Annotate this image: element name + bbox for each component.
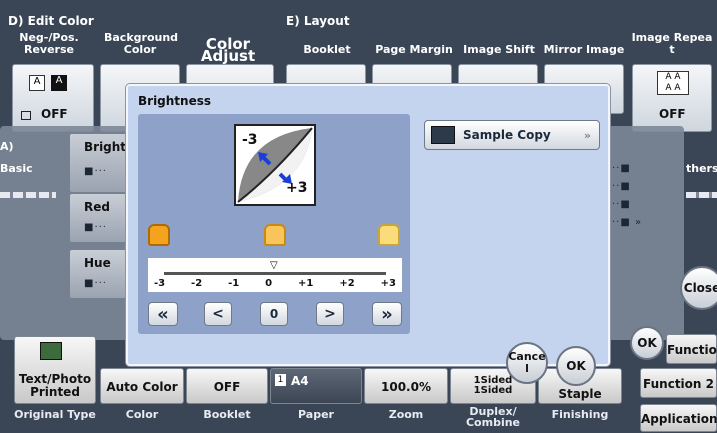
tab-background-color[interactable]: Background Color (104, 32, 178, 56)
repeat-icon: A AA A (657, 71, 689, 95)
sample-copy-button[interactable]: Sample Copy » (424, 120, 600, 150)
brightness-dialog: Brightness -3 +3 ▽ -3 -2 -1 0 +1 +2 +3 «… (126, 84, 610, 366)
group-edit-color: D) Edit Color (8, 14, 94, 28)
tab-booklet[interactable]: Booklet (292, 44, 362, 56)
level-icon: ■··· (84, 222, 107, 233)
booklet-label: Booklet (203, 408, 251, 421)
basic-tab-indicator (0, 192, 56, 198)
tray-icon: 1 (275, 374, 286, 386)
brightness-value: 0 (260, 302, 288, 326)
brightness-scale: ▽ -3 -2 -1 0 +1 +2 +3 (148, 258, 402, 292)
scale-tick: -1 (228, 278, 240, 289)
dark-toast-icon (148, 224, 170, 246)
level-icon: ■··· (84, 278, 107, 289)
increase-max-button[interactable]: » (372, 302, 402, 326)
application-button[interactable]: Application (640, 404, 717, 432)
icon-plus-label: +3 (286, 180, 308, 196)
sample-copy-icon (431, 126, 455, 144)
tab-image-shift[interactable]: Image Shift (460, 44, 538, 56)
paper-label: Paper (298, 408, 334, 421)
scale-tick: -3 (154, 278, 166, 289)
text-photo-icon (40, 342, 62, 360)
booklet-value-tile[interactable]: OFF (186, 368, 268, 404)
increase-button[interactable]: > (316, 302, 344, 326)
tab-neg-pos-reverse[interactable]: Neg-/Pos. Reverse (10, 32, 88, 56)
level-icon: ■··· (84, 166, 107, 177)
others-panel-sub: thers (686, 162, 717, 175)
tab-image-repeat[interactable]: Image Repea t (630, 32, 714, 56)
tab-mirror-image[interactable]: Mirror Image (542, 44, 626, 56)
finishing-label: Finishing (551, 408, 609, 421)
scale-tick: +1 (298, 278, 314, 289)
brightness-control-area: -3 +3 ▽ -3 -2 -1 0 +1 +2 +3 « < 0 > » (138, 114, 410, 334)
neg-pos-value: OFF (41, 107, 68, 121)
function2-button[interactable]: Function 2 (640, 368, 717, 398)
tab-color-adjust[interactable]: Color Adjust (180, 37, 276, 64)
dialog-ok-button[interactable]: OK (556, 346, 596, 386)
zoom-label: Zoom (388, 408, 424, 421)
basic-panel-sub: Basic (0, 162, 33, 175)
others-panel (608, 126, 684, 340)
basic-item-red-label: Red (84, 200, 110, 214)
close-button[interactable]: Close (680, 266, 717, 310)
chevron-right-icon: » (583, 128, 591, 142)
negative-icon: A (51, 75, 67, 91)
scale-indicator-icon: ▽ (270, 260, 278, 271)
scale-tick: +2 (339, 278, 355, 289)
dialog-title: Brightness (138, 94, 212, 108)
checkbox-icon (21, 111, 31, 120)
scale-track (164, 272, 386, 275)
function1-button[interactable]: Function 1 (666, 334, 717, 387)
cancel-button[interactable]: Cance l (506, 342, 548, 384)
medium-toast-icon (264, 224, 286, 246)
color-tile[interactable]: Auto Color (100, 368, 184, 404)
scale-tick: 0 (265, 278, 273, 289)
basic-panel-title: A) (0, 140, 14, 153)
panel-ok-button[interactable]: OK (630, 326, 664, 360)
decrease-max-button[interactable]: « (148, 302, 178, 326)
brightness-curve-icon: -3 +3 (234, 124, 316, 206)
scale-tick: +3 (380, 278, 396, 289)
icon-minus-label: -3 (242, 132, 258, 148)
sample-copy-label: Sample Copy (463, 128, 551, 142)
others-tab-indicator (686, 192, 717, 198)
positive-icon: A (29, 75, 45, 91)
image-repeat-value: OFF (659, 107, 686, 121)
zoom-tile[interactable]: 100.0% (364, 368, 448, 404)
tab-page-margin[interactable]: Page Margin (372, 44, 456, 56)
others-level-icons: ··■ ··■ ··■ ··■ » (612, 163, 643, 228)
color-label: Color (125, 408, 159, 421)
original-type-label: Original Type (14, 408, 96, 421)
scale-tick: -2 (191, 278, 203, 289)
duplex-label: Duplex/ Combine (465, 405, 521, 429)
basic-item-hue-label: Hue (84, 256, 111, 270)
decrease-button[interactable]: < (204, 302, 232, 326)
group-layout: E) Layout (286, 14, 350, 28)
light-toast-icon (378, 224, 400, 246)
neg-pos-tile[interactable]: A A OFF (12, 64, 94, 132)
image-repeat-tile[interactable]: A AA A OFF (632, 64, 712, 132)
